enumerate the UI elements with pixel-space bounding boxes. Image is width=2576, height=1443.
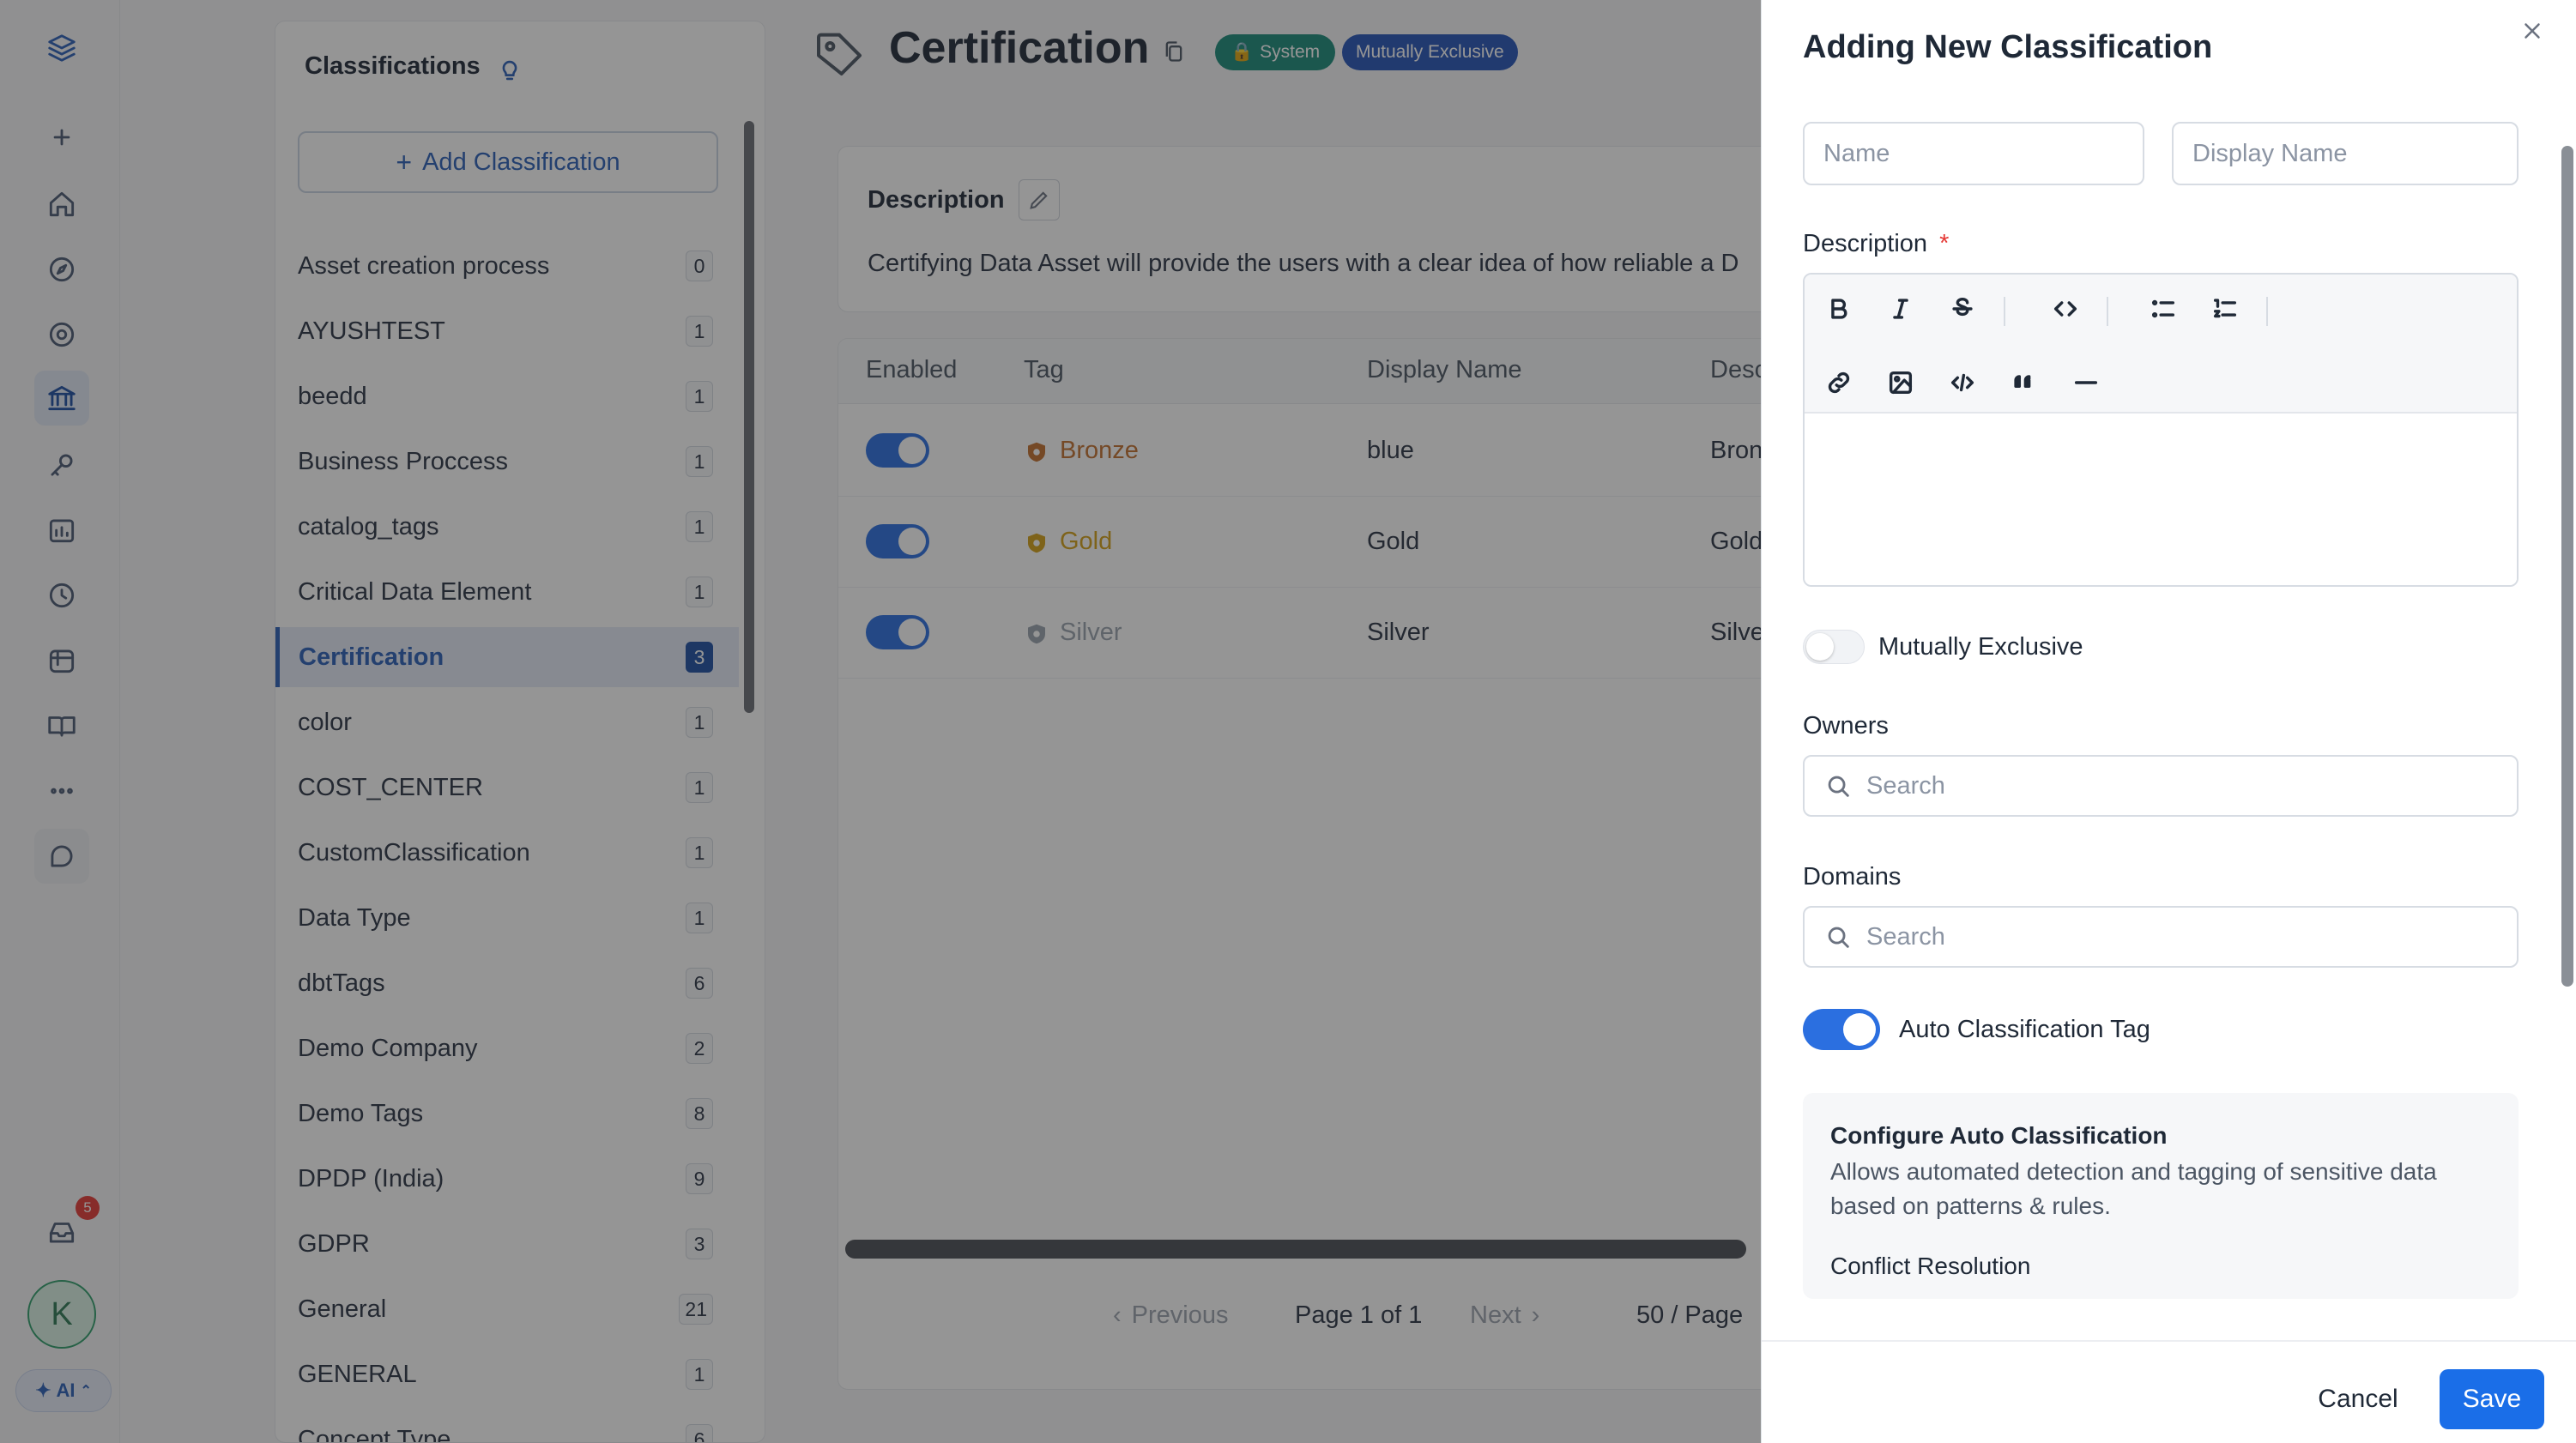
name-field[interactable]: Name — [1803, 122, 2144, 185]
owners-search-input[interactable]: Search — [1803, 755, 2519, 817]
auto-classification-config: Configure Auto Classification Allows aut… — [1803, 1093, 2519, 1299]
modal-backdrop[interactable] — [0, 0, 1761, 1443]
toolbar-divider — [2266, 297, 2268, 326]
description-field-label: Description * — [1803, 230, 1950, 257]
config-desc-line-2: based on patterns & rules. — [1830, 1192, 2111, 1219]
description-editor — [1803, 273, 2519, 587]
config-desc-line-1: Allows automated detection and tagging o… — [1830, 1158, 2437, 1185]
domains-search-input[interactable]: Search — [1803, 906, 2519, 968]
auto-classification-toggle[interactable] — [1803, 1009, 1880, 1050]
search-icon — [1828, 776, 1849, 797]
add-classification-drawer: Adding New Classification Name Display N… — [1761, 0, 2576, 1443]
inline-code-icon[interactable] — [2048, 292, 2083, 326]
owners-label: Owners — [1803, 712, 1889, 740]
close-icon[interactable] — [2517, 15, 2548, 46]
drawer-scrollbar[interactable] — [2561, 146, 2573, 987]
horizontal-rule-icon[interactable] — [2069, 365, 2103, 400]
display-name-field[interactable]: Display Name — [2172, 122, 2519, 185]
numbered-list-icon[interactable] — [2208, 292, 2242, 326]
footer-divider — [1762, 1340, 2576, 1342]
cancel-button[interactable]: Cancel — [2302, 1369, 2414, 1429]
bold-icon[interactable] — [1822, 292, 1856, 326]
strikethrough-icon[interactable] — [1945, 292, 1980, 326]
italic-icon[interactable] — [1884, 292, 1918, 326]
auto-classification-label: Auto Classification Tag — [1899, 1016, 2150, 1043]
domains-label: Domains — [1803, 863, 1902, 891]
toolbar-divider — [2004, 297, 2005, 326]
mutually-exclusive-label: Mutually Exclusive — [1878, 633, 2083, 661]
save-button[interactable]: Save — [2440, 1369, 2544, 1429]
conflict-resolution-label: Conflict Resolution — [1830, 1253, 2031, 1279]
search-icon — [1828, 927, 1849, 948]
bullet-list-icon[interactable] — [2146, 292, 2180, 326]
image-icon[interactable] — [1884, 365, 1918, 400]
mutually-exclusive-toggle[interactable] — [1803, 630, 1865, 664]
required-mark: * — [1939, 230, 1950, 257]
code-block-icon[interactable] — [1945, 365, 1980, 400]
drawer-title: Adding New Classification — [1803, 29, 2213, 65]
toolbar-divider — [2107, 297, 2108, 326]
link-icon[interactable] — [1822, 365, 1856, 400]
quote-icon[interactable] — [2007, 365, 2041, 400]
config-title: Configure Auto Classification — [1830, 1122, 2168, 1149]
editor-toolbar — [1805, 275, 2517, 414]
editor-content[interactable] — [1805, 415, 2517, 585]
